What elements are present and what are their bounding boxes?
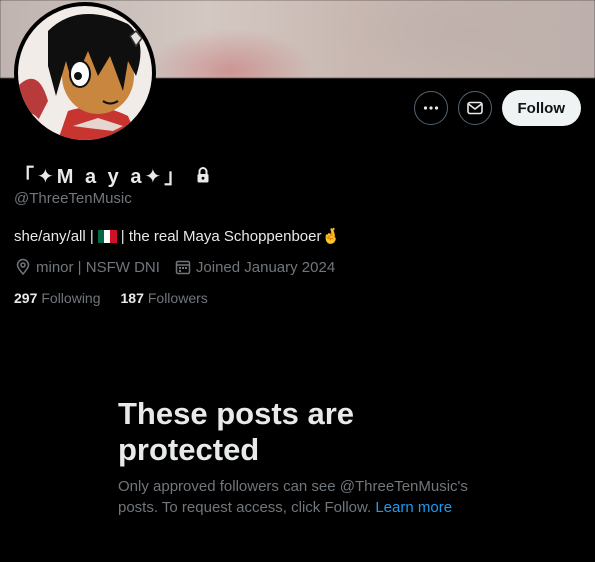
handle: @ThreeTenMusic [14, 190, 132, 207]
message-button[interactable] [457, 91, 492, 125]
join-date: Joined January 2024 [174, 258, 335, 276]
follow-button[interactable]: Follow [501, 90, 581, 126]
more-button[interactable] [413, 91, 448, 125]
learn-more-link[interactable]: Learn more [375, 499, 452, 516]
display-name: 「✦M a y a✦」 [14, 166, 188, 188]
protected-body: Only approved followers can see @ThreeTe… [118, 476, 498, 518]
crossed-fingers-icon: 🤞 [321, 228, 341, 245]
following-link[interactable]: 297 Following [14, 290, 101, 306]
envelope-icon [466, 101, 483, 115]
location-pin-icon [16, 258, 30, 276]
lock-icon [197, 166, 209, 182]
followers-count: 187 [120, 290, 144, 306]
followers-label: Followers [147, 290, 208, 306]
profile-actions: Follow [413, 90, 581, 126]
calendar-icon [175, 260, 191, 275]
following-label: Following [41, 290, 101, 306]
more-icon [423, 106, 438, 110]
name-row: 「✦M a y a✦」 [14, 160, 211, 189]
profile-meta: minor | NSFW DNI Joined January 2024 [14, 258, 349, 276]
following-count: 297 [14, 290, 38, 306]
avatar-image [18, 6, 152, 140]
protected-title: These posts are protected [118, 396, 355, 467]
location-text: minor | NSFW DNI [36, 258, 160, 276]
mexico-flag-icon [97, 229, 117, 243]
avatar[interactable] [14, 2, 156, 144]
bio-text-start: she/any/all | [14, 227, 94, 245]
protected-notice: These posts are protected Only approved … [118, 396, 498, 518]
join-date-text: Joined January 2024 [195, 258, 336, 276]
followers-link[interactable]: 187 Followers [121, 290, 208, 306]
location: minor | NSFW DNI [14, 258, 160, 276]
bio: she/any/all | | the real Maya Schoppenbo… [14, 227, 341, 246]
follow-counts: 297 Following 187 Followers [14, 290, 208, 306]
bio-text-end: | the real Maya Schoppenboer [120, 227, 322, 245]
